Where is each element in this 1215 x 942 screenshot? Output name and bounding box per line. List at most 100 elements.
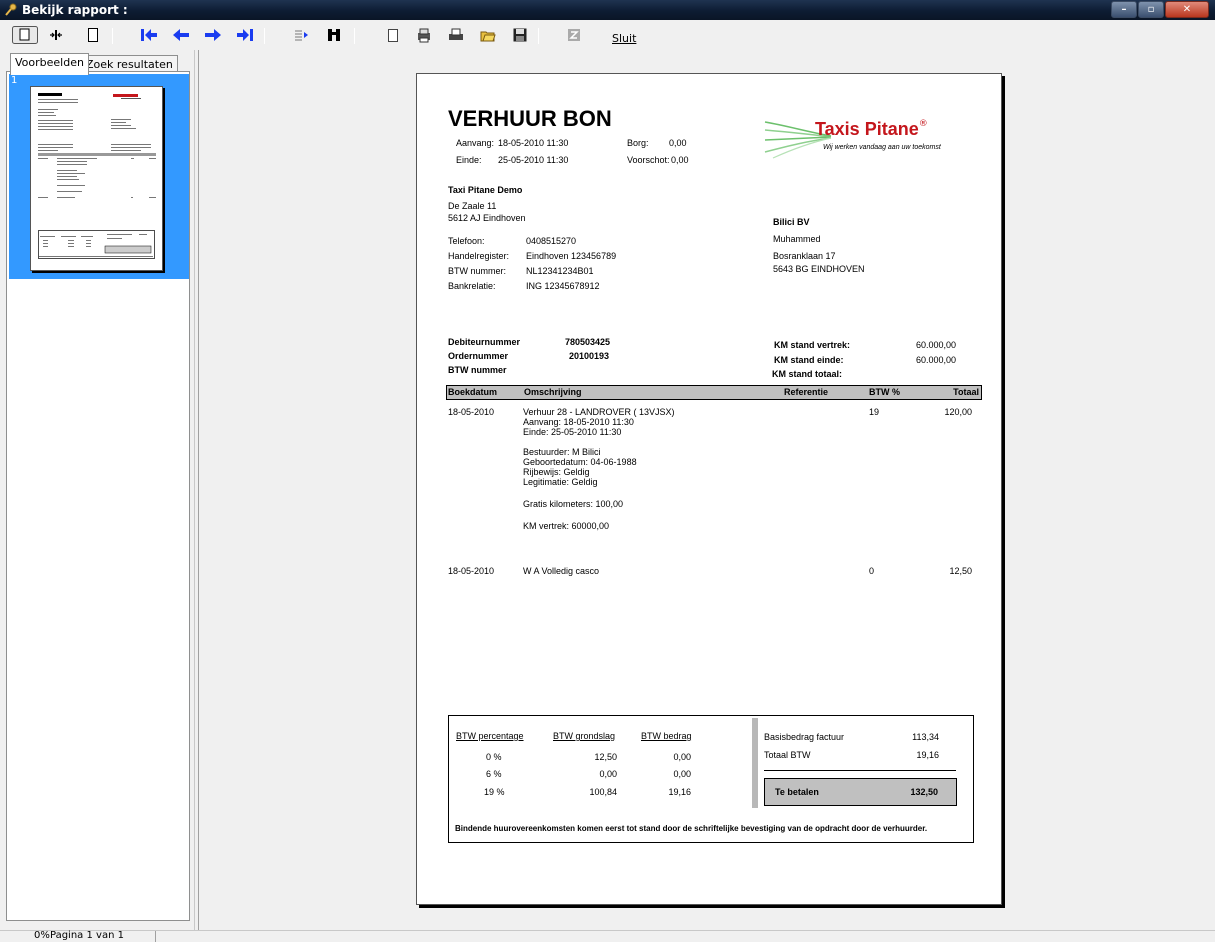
km-einde-label: KM stand einde: — [774, 355, 844, 365]
first-page-button[interactable] — [140, 27, 158, 45]
export-icon — [568, 29, 580, 41]
thumbnail-page — [30, 86, 163, 271]
borg-value: 0,00 — [669, 138, 687, 148]
document-title: VERHUUR BON — [448, 106, 612, 131]
line-total: 12,50 — [949, 566, 972, 576]
page-width-button[interactable] — [86, 27, 100, 45]
open-icon — [480, 31, 496, 42]
thumbnail-content — [38, 93, 156, 259]
col-btw: BTW % — [869, 387, 900, 397]
line-total: 120,00 — [944, 407, 972, 417]
find-button[interactable] — [326, 27, 342, 45]
vat-header-percentage: BTW percentage — [456, 731, 524, 741]
status-bar: 0% Pagina 1 van 1 — [0, 930, 1215, 942]
print-button[interactable] — [448, 27, 464, 45]
page-indicator: Pagina 1 van 1 — [50, 930, 124, 941]
single-page-view-button[interactable] — [12, 26, 38, 44]
pay-value: 132,50 — [910, 787, 938, 797]
col-omschrijving: Omschrijving — [524, 387, 582, 397]
pay-box: Te betalen 132,50 — [764, 778, 957, 806]
report-page: VERHUUR BON Aanvang: 18-05-2010 11:30 Ei… — [416, 73, 1002, 905]
save-button[interactable] — [512, 27, 528, 45]
two-page-view-icon — [50, 30, 62, 40]
line-date: 18-05-2010 — [448, 566, 495, 576]
print-setup-button[interactable] — [416, 27, 432, 45]
vat-summary-box: BTW percentage BTW grondslag BTW bedrag … — [448, 715, 974, 843]
close-report-button[interactable]: Sluit — [612, 32, 636, 45]
next-page-icon — [205, 29, 221, 41]
copy-button[interactable] — [386, 27, 400, 45]
vat-header-amount: BTW bedrag — [641, 731, 692, 741]
footer-note: Bindende huurovereenkomsten komen eerst … — [455, 824, 928, 833]
previous-page-button[interactable] — [172, 27, 190, 45]
vat-row-pct: 0 % — [486, 752, 502, 762]
order-label: Ordernummer — [448, 351, 509, 361]
print-setup-icon — [418, 28, 430, 43]
save-icon — [513, 28, 527, 42]
einde-value: 25-05-2010 11:30 — [498, 155, 569, 165]
km-einde-value: 60.000,00 — [916, 355, 957, 365]
vat-header-base: BTW grondslag — [553, 731, 616, 741]
preview-panel: Voorbeelden Zoek resultaten 1 — [0, 50, 194, 930]
pay-label: Te betalen — [775, 787, 819, 797]
vat-row-amount: 0,00 — [673, 752, 691, 762]
goto-page-button[interactable] — [294, 27, 310, 45]
page-thumbnail[interactable]: 1 — [9, 74, 189, 279]
km-totaal-label: KM stand totaal: — [772, 369, 843, 379]
line-date: 18-05-2010 — [448, 407, 495, 417]
two-page-view-button[interactable] — [48, 27, 64, 45]
customer-city: 5643 BG EINDHOVEN — [773, 264, 865, 274]
find-icon — [328, 29, 340, 41]
window-title: Bekijk rapport : — [22, 3, 128, 17]
borg-label: Borg: — [627, 138, 649, 148]
order-value: 20100193 — [569, 351, 610, 361]
voorschot-label: Voorschot: — [627, 155, 670, 165]
totaal-btw-value: 19,16 — [916, 750, 939, 760]
print-icon — [449, 28, 463, 40]
toolbar: Sluit — [0, 20, 1215, 50]
minimize-button[interactable]: – — [1111, 1, 1137, 18]
line-btw: 19 — [869, 407, 880, 417]
vat-row-pct: 19 % — [484, 787, 505, 797]
km-vertrek-value: 60.000,00 — [916, 340, 957, 350]
company-city: 5612 AJ Eindhoven — [448, 213, 526, 223]
telefoon-label: Telefoon: — [448, 236, 485, 246]
km-vertrek-label: KM stand vertrek: — [774, 340, 851, 350]
maximize-button[interactable]: ▫ — [1138, 1, 1164, 18]
vat-row-base: 0,00 — [599, 769, 617, 779]
goto-page-icon — [295, 30, 308, 41]
logo-name: Taxis Pitane® — [815, 119, 928, 139]
vat-row-base: 12,50 — [594, 752, 617, 762]
company-name: Taxi Pitane Demo — [448, 185, 523, 195]
vat-row-amount: 0,00 — [673, 769, 691, 779]
summary-divider — [752, 718, 758, 808]
vat-row-base: 100,84 — [589, 787, 617, 797]
company-street: De Zaale 11 — [448, 201, 497, 211]
copy-icon — [388, 29, 398, 42]
last-page-icon — [237, 29, 253, 41]
bank-label: Bankrelatie: — [448, 281, 496, 291]
customer-street: Bosranklaan 17 — [773, 251, 836, 261]
totaal-btw-label: Totaal BTW — [764, 750, 811, 760]
btw-value: NL12341234B01 — [526, 266, 594, 276]
last-page-button[interactable] — [236, 27, 254, 45]
vat-row-pct: 6 % — [486, 769, 502, 779]
thumbnail-list: 1 — [6, 71, 190, 921]
line-description: Verhuur 28 - LANDROVER ( 13VJSX) Aanvang… — [523, 407, 675, 531]
handelsregister-value: Eindhoven 123456789 — [526, 251, 617, 261]
basis-label: Basisbedrag factuur — [764, 732, 845, 742]
totals-rule — [764, 770, 956, 771]
page-width-icon — [88, 28, 98, 42]
key-icon — [5, 3, 17, 16]
table-header: Boekdatum Omschrijving Referentie BTW % … — [446, 385, 982, 400]
bank-value: ING 12345678912 — [526, 281, 600, 291]
thumbnail-page-number: 1 — [11, 75, 18, 86]
line-description: W A Volledig casco — [523, 566, 600, 576]
open-button[interactable] — [480, 27, 496, 45]
export-button[interactable] — [566, 27, 582, 45]
close-window-button[interactable]: ✕ — [1165, 1, 1209, 18]
debiteur-label: Debiteurnummer — [448, 337, 521, 347]
logo-tagline: Wij werken vandaag aan uw toekomst — [823, 144, 941, 151]
next-page-button[interactable] — [204, 27, 222, 45]
tab-voorbeelden[interactable]: Voorbeelden — [10, 53, 89, 75]
